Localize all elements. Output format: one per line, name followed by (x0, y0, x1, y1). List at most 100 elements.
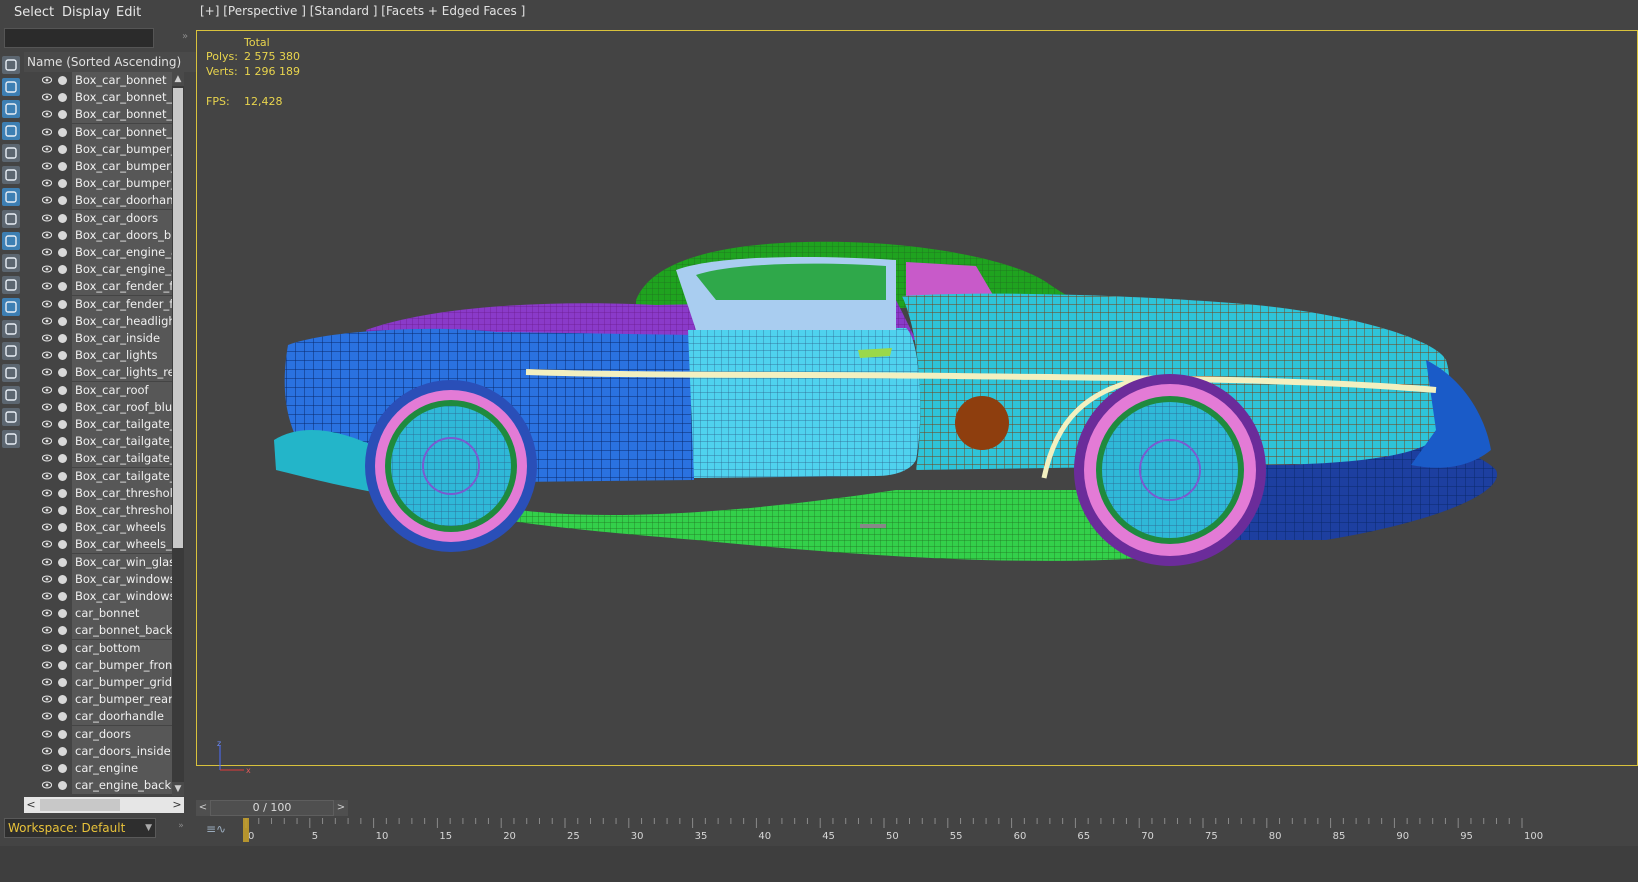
eye-icon[interactable] (42, 558, 52, 566)
list-item[interactable]: car_bumper_front (24, 656, 172, 674)
menu-select[interactable]: Select (14, 5, 54, 20)
list-item[interactable]: Box_car_fender_fro (24, 295, 172, 313)
list-item[interactable]: Box_car_headlight_p (24, 312, 172, 330)
list-item[interactable]: Box_car_windows_r (24, 588, 172, 605)
properties-icon[interactable] (2, 364, 20, 382)
eye-icon[interactable] (42, 592, 52, 600)
render-dot-icon[interactable] (58, 643, 67, 653)
list-item[interactable]: car_bonnet_back (24, 622, 172, 640)
render-dot-icon[interactable] (58, 781, 67, 791)
horizontal-scrollbar[interactable]: < > (24, 797, 184, 813)
eye-icon[interactable] (42, 248, 52, 256)
spacewarp-icon[interactable] (2, 166, 20, 184)
render-dot-icon[interactable] (58, 678, 67, 687)
render-dot-icon[interactable] (58, 299, 67, 309)
render-dot-icon[interactable] (58, 230, 67, 240)
layer-icon[interactable] (2, 320, 20, 338)
timeline-track[interactable]: 0 5 10 15 20 25 30 35 40 45 50 55 60 65 70 75 80 85 90 95 10… (240, 818, 1638, 846)
list-item[interactable]: Box_car_win_glass_ (24, 553, 172, 571)
eye-icon[interactable] (42, 523, 52, 531)
eye-icon[interactable] (42, 282, 52, 290)
list-item[interactable]: car_doors (24, 725, 172, 743)
render-dot-icon[interactable] (58, 351, 67, 361)
hscroll-thumb[interactable] (40, 799, 120, 811)
eye-icon[interactable] (42, 162, 52, 170)
render-dot-icon[interactable] (58, 437, 67, 447)
eye-icon[interactable] (42, 76, 52, 84)
render-dot-icon[interactable] (58, 471, 67, 481)
render-dot-icon[interactable] (58, 540, 67, 550)
render-dot-icon[interactable] (58, 127, 67, 137)
scroll-left-icon[interactable]: < (24, 797, 38, 813)
list-item[interactable]: Box_car_bonnet_blu (24, 123, 172, 141)
render-dot-icon[interactable] (58, 179, 67, 189)
eye-icon[interactable] (42, 93, 52, 101)
list-item[interactable]: Box_car_bumper_gr (24, 158, 172, 175)
list-item[interactable]: Box_car_wheels_blu (24, 536, 172, 554)
list-item[interactable]: car_bumper_grid (24, 674, 172, 691)
list-item[interactable]: Box_car_doors (24, 209, 172, 227)
list-item[interactable]: Box_car_engine_and (24, 244, 172, 261)
vertical-scrollbar[interactable]: ▲ ▼ (172, 72, 184, 796)
list-item[interactable]: Box_car_threshold_b (24, 502, 172, 519)
list-item[interactable]: car_doorhandle (24, 708, 172, 726)
list-item[interactable]: Box_car_bumper_re (24, 175, 172, 193)
render-dot-icon[interactable] (58, 110, 67, 120)
eye-icon[interactable] (42, 644, 52, 652)
xref-icon[interactable] (2, 210, 20, 228)
render-dot-icon[interactable] (58, 282, 67, 292)
menu-display[interactable]: Display (62, 5, 110, 20)
render-dot-icon[interactable] (58, 746, 67, 756)
expand-arrow-icon[interactable]: » (174, 818, 188, 834)
eye-icon[interactable] (42, 214, 52, 222)
eye-icon[interactable] (42, 472, 52, 480)
list-item[interactable]: Box_car_inside (24, 330, 172, 347)
list-item[interactable]: Box_car_tailgate_big (24, 433, 172, 451)
list-item[interactable]: Box_car_wheels (24, 519, 172, 537)
eye-icon[interactable] (42, 300, 52, 308)
scroll-up-icon[interactable]: ▲ (172, 72, 184, 86)
frozen-icon[interactable] (2, 276, 20, 294)
time-slider[interactable]: 0 / 100 (210, 800, 334, 816)
eye-icon[interactable] (42, 678, 52, 686)
render-dot-icon[interactable] (58, 523, 67, 533)
list-item[interactable]: Box_car_tailgate_sm (24, 467, 172, 485)
render-dot-icon[interactable] (58, 265, 67, 275)
eye-icon[interactable] (42, 368, 52, 376)
render-dot-icon[interactable] (58, 402, 67, 412)
next-frame-icon[interactable]: > (334, 800, 348, 816)
render-dot-icon[interactable] (58, 213, 67, 223)
eye-icon[interactable] (42, 110, 52, 118)
list-item[interactable]: Box_car_tailgate_big (24, 416, 172, 433)
render-dot-icon[interactable] (58, 385, 67, 395)
list-item[interactable]: Box_car_roof_blue (24, 398, 172, 416)
eye-icon[interactable] (42, 386, 52, 394)
eye-icon[interactable] (42, 265, 52, 273)
eye-icon[interactable] (42, 575, 52, 583)
container-icon[interactable] (2, 254, 20, 272)
render-dot-icon[interactable] (58, 592, 67, 601)
filter-icon[interactable] (2, 386, 20, 404)
eye-icon[interactable] (42, 661, 52, 669)
scroll-down-icon[interactable]: ▼ (172, 782, 184, 796)
eye-icon[interactable] (42, 781, 52, 789)
render-dot-icon[interactable] (58, 660, 67, 670)
render-dot-icon[interactable] (58, 93, 67, 103)
render-dot-icon[interactable] (58, 248, 67, 257)
selection-set-icon[interactable] (2, 342, 20, 360)
eye-icon[interactable] (42, 196, 52, 204)
eye-icon[interactable] (42, 712, 52, 720)
eye-icon[interactable] (42, 231, 52, 239)
render-dot-icon[interactable] (58, 76, 67, 85)
eye-icon[interactable] (42, 437, 52, 445)
render-dot-icon[interactable] (58, 506, 67, 515)
render-dot-icon[interactable] (58, 454, 67, 464)
eye-icon[interactable] (42, 334, 52, 342)
eye-icon[interactable] (42, 317, 52, 325)
list-item[interactable]: Box_car_tailgate_sm (24, 450, 172, 468)
list-item[interactable]: Box_car_lights (24, 347, 172, 365)
display-none-icon[interactable] (2, 56, 20, 74)
render-dot-icon[interactable] (58, 609, 67, 619)
eye-icon[interactable] (42, 764, 52, 772)
scroll-thumb[interactable] (173, 88, 183, 548)
